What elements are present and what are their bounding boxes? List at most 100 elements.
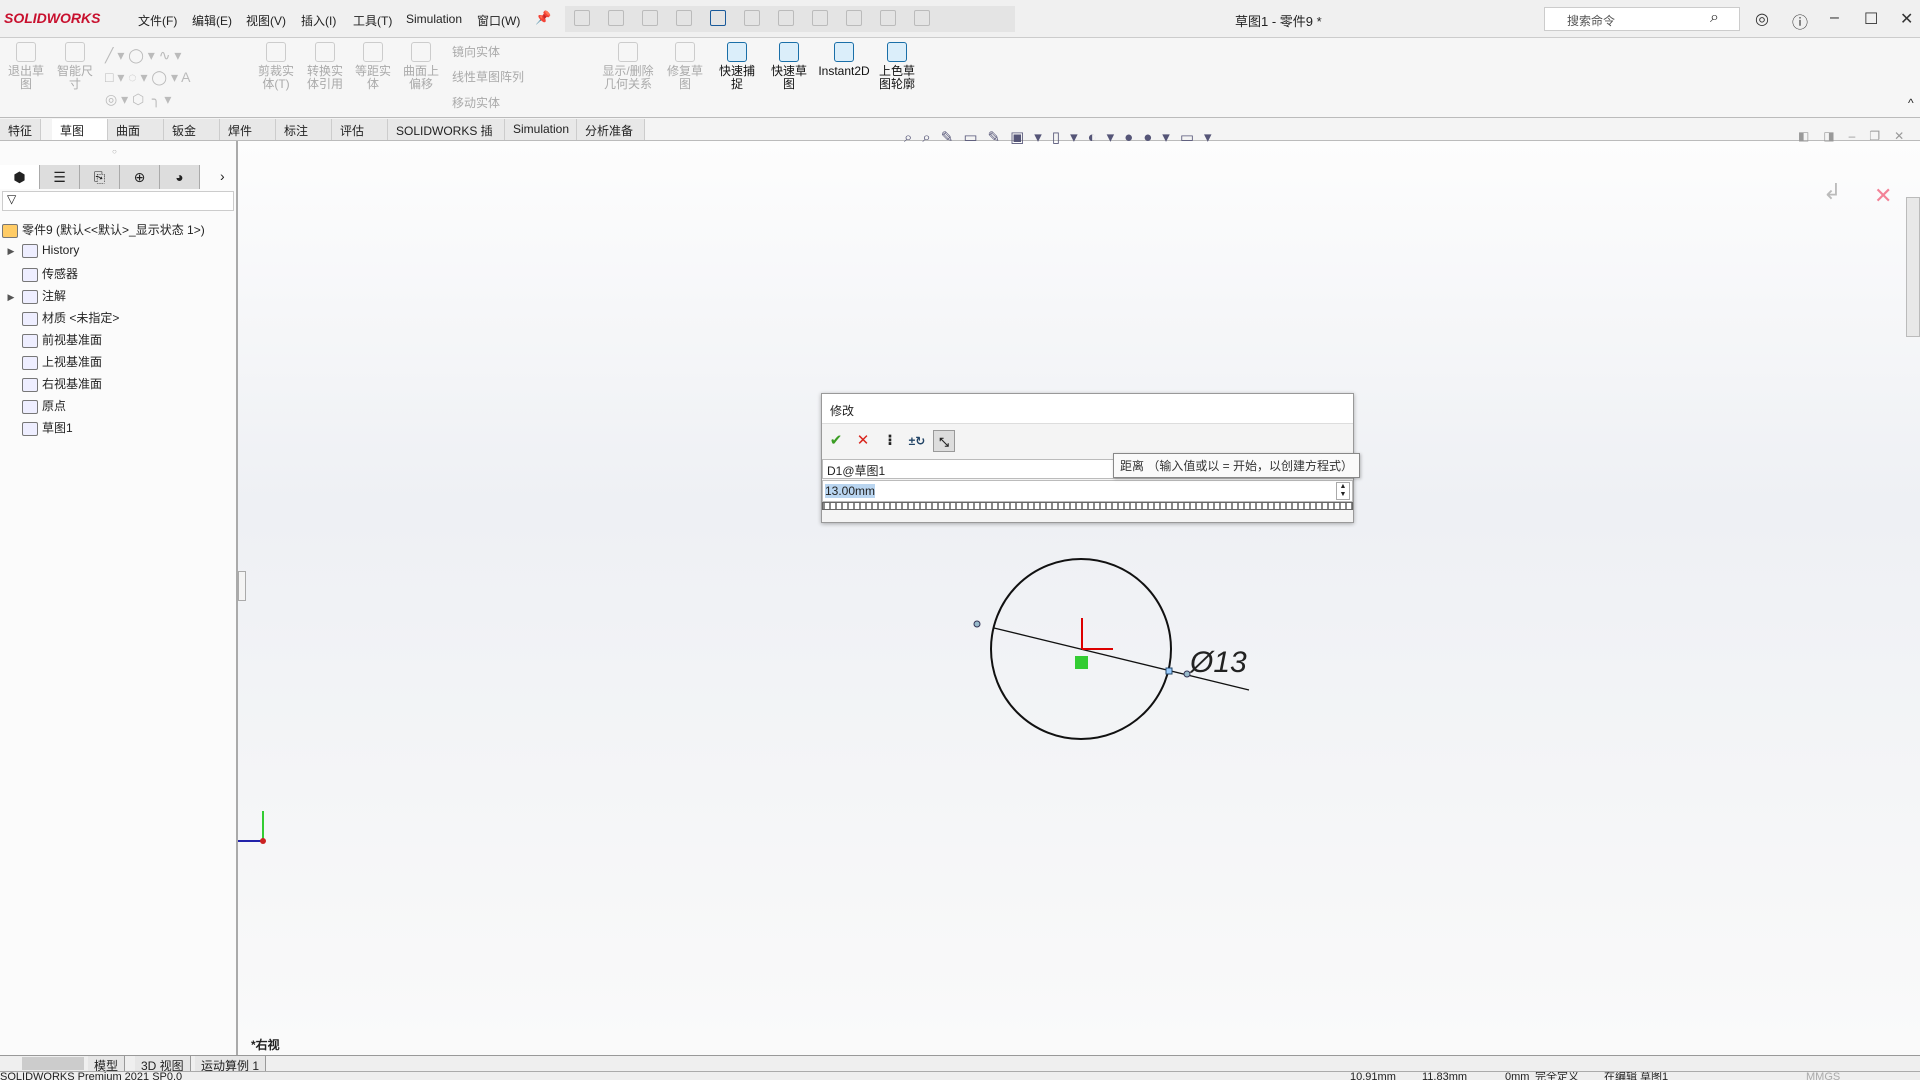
propertymanager-tab-icon[interactable]: ☰ (40, 165, 80, 189)
tree-item[interactable]: 原点 (0, 397, 66, 419)
redo-icon[interactable] (778, 10, 794, 26)
tab-markup[interactable]: 标注 (276, 119, 332, 140)
tab-evaluate[interactable]: 评估 (332, 119, 388, 140)
mark-dimension-icon[interactable]: ⤡ (933, 430, 955, 452)
move-entities-button[interactable]: 移动实体 (452, 94, 500, 111)
offset-icon (363, 42, 383, 62)
tree-item[interactable]: 右视基准面 (0, 375, 102, 397)
view-name-label: *右视 (251, 1038, 280, 1052)
cancel-x-icon[interactable]: ✕ (852, 430, 874, 452)
menu-view[interactable]: 视图(V) (246, 12, 286, 29)
smart-dimension-button[interactable]: 智能尺寸 (52, 42, 98, 91)
collapse-ribbon-icon[interactable]: ^ (1908, 96, 1914, 110)
center-point-marker (1075, 656, 1088, 669)
tree-item[interactable]: 材质 <未指定> (0, 309, 119, 331)
tree-item[interactable]: ▶ History (0, 243, 79, 265)
open-icon[interactable] (642, 10, 658, 26)
tab-features[interactable]: 特征 (0, 119, 42, 140)
panel-grip[interactable]: ○ (112, 147, 117, 156)
smart-dimension-icon (65, 42, 85, 62)
dimxpert-tab-icon[interactable]: ⊕ (120, 165, 160, 189)
tab-sketch[interactable]: 草图 (52, 119, 108, 140)
new-icon[interactable] (608, 10, 624, 26)
tab-scroll-arrows[interactable] (22, 1057, 84, 1070)
instant2d-icon (834, 42, 854, 62)
gear-icon[interactable] (914, 10, 930, 26)
tab-analysis-prep[interactable]: 分析准备 (577, 119, 645, 140)
dimension-handle[interactable] (973, 620, 981, 628)
offset-on-surface-button[interactable]: 曲面上偏移 (398, 42, 444, 91)
exit-sketch-button[interactable]: 退出草图 (3, 42, 49, 91)
units-selector[interactable]: MMGS (1806, 1072, 1840, 1080)
filter-input[interactable]: ▽ (2, 191, 234, 211)
convert-entities-button[interactable]: 转换实体引用 (302, 42, 348, 91)
help-icon[interactable]: ⓘ (1792, 9, 1808, 33)
menu-window[interactable]: 窗口(W) (477, 12, 520, 29)
dimension-value-input[interactable]: 13.00mm ▲ ▼ (822, 480, 1353, 502)
search-icon[interactable]: ⌕ (1710, 9, 1719, 27)
offset-entities-button[interactable]: 等距实体 (350, 42, 396, 91)
save-icon[interactable] (676, 10, 692, 26)
tree-item[interactable]: 草图1 (0, 419, 73, 441)
menu-insert[interactable]: 插入(I) (301, 12, 336, 29)
maximize-button[interactable]: ☐ (1864, 9, 1878, 29)
home-icon[interactable] (574, 10, 590, 26)
quick-snaps-button[interactable]: 快速捕捉 (714, 42, 760, 91)
mirror-entities-button[interactable]: 镜向实体 (452, 43, 500, 60)
trim-icon (266, 42, 286, 62)
sketch-entity-tools[interactable]: ╱ ▾ ◯ ▾ ∿ ▾ □ ▾ ◌ ▾ ◯ ▾ A ◎ ▾ ⬡ ╮ ▾ (105, 44, 245, 112)
tab-surfaces[interactable]: 曲面 (108, 119, 164, 140)
value-spinner[interactable]: ▲ ▼ (1336, 482, 1350, 500)
tab-model[interactable]: 模型 (88, 1056, 126, 1073)
file-properties-icon[interactable] (880, 10, 896, 26)
trim-entities-button[interactable]: 剪裁实体(T) (253, 42, 299, 91)
rebuild-icon[interactable] (846, 10, 862, 26)
ok-check-icon[interactable]: ✔ (825, 430, 847, 452)
tree-item[interactable]: 前视基准面 (0, 331, 102, 353)
status-y: 11.83mm (1422, 1071, 1468, 1080)
document-title: 草图1 - 零件9 * (1235, 14, 1322, 29)
rebuild-traffic-light-icon[interactable]: ⁝ (879, 430, 901, 452)
pin-icon[interactable]: 📌 (535, 10, 551, 26)
repair-sketch-button[interactable]: 修复草图 (662, 42, 708, 91)
instant2d-button[interactable]: Instant2D (816, 42, 872, 78)
tree-item[interactable]: 上视基准面 (0, 353, 102, 375)
menu-file[interactable]: 文件(F) (138, 12, 177, 29)
thumbwheel[interactable] (822, 502, 1353, 510)
close-button[interactable]: ✕ (1900, 9, 1913, 29)
featuremanager-tab-icon[interactable]: ⬢ (0, 165, 40, 189)
minimize-button[interactable]: – (1830, 9, 1839, 27)
plane-icon (22, 355, 38, 370)
expand-arrow-icon[interactable]: ▶ (0, 292, 22, 303)
chevron-right-icon[interactable]: › (220, 168, 225, 184)
linear-pattern-button[interactable]: 线性草图阵列 (452, 68, 524, 85)
user-icon[interactable]: ◎ (1755, 9, 1769, 29)
menu-simulation[interactable]: Simulation (406, 12, 462, 26)
tab-simulation[interactable]: Simulation (505, 119, 577, 140)
sketch-icon (22, 421, 38, 436)
tree-item[interactable]: 传感器 (0, 265, 78, 287)
plane-icon (22, 377, 38, 392)
relations-icon (618, 42, 638, 62)
tab-sheet-metal[interactable]: 钣金 (164, 119, 220, 140)
reverse-dimension-icon[interactable]: ±↻ (906, 430, 928, 452)
tab-weldments[interactable]: 焊件 (220, 119, 276, 140)
graphics-area[interactable]: ⌕⌕✎▭✎▣▾▯▾◐▾●●▾▭▾ ◧◨–❐✕ ↲ ✕ Ø13 *右视 (238, 129, 1920, 1055)
print-icon[interactable] (710, 10, 726, 26)
menu-edit[interactable]: 编辑(E) (192, 12, 232, 29)
tab-motion-study[interactable]: 运动算例 1 (195, 1056, 267, 1073)
diameter-dimension-text[interactable]: Ø13 (1190, 646, 1247, 680)
menu-tools[interactable]: 工具(T) (353, 12, 392, 29)
appearance-tab-icon[interactable]: ◕ (160, 165, 200, 189)
display-relations-button[interactable]: 显示/删除几何关系 (598, 42, 658, 91)
tree-root-part[interactable]: 零件9 (默认<<默认>_显示状态 1>) (2, 221, 205, 243)
tree-item[interactable]: ▶ 注解 (0, 287, 66, 309)
expand-arrow-icon[interactable]: ▶ (0, 246, 22, 257)
undo-icon[interactable] (744, 10, 760, 26)
tab-3d-views[interactable]: 3D 视图 (135, 1056, 191, 1073)
shaded-contours-button[interactable]: 上色草图轮廓 (874, 42, 920, 91)
rapid-sketch-button[interactable]: 快速草图 (766, 42, 812, 91)
tab-solidworks-addins[interactable]: SOLIDWORKS 插件 (388, 119, 505, 155)
select-icon[interactable] (812, 10, 828, 26)
configurationmanager-tab-icon[interactable]: ⎘ (80, 165, 120, 189)
